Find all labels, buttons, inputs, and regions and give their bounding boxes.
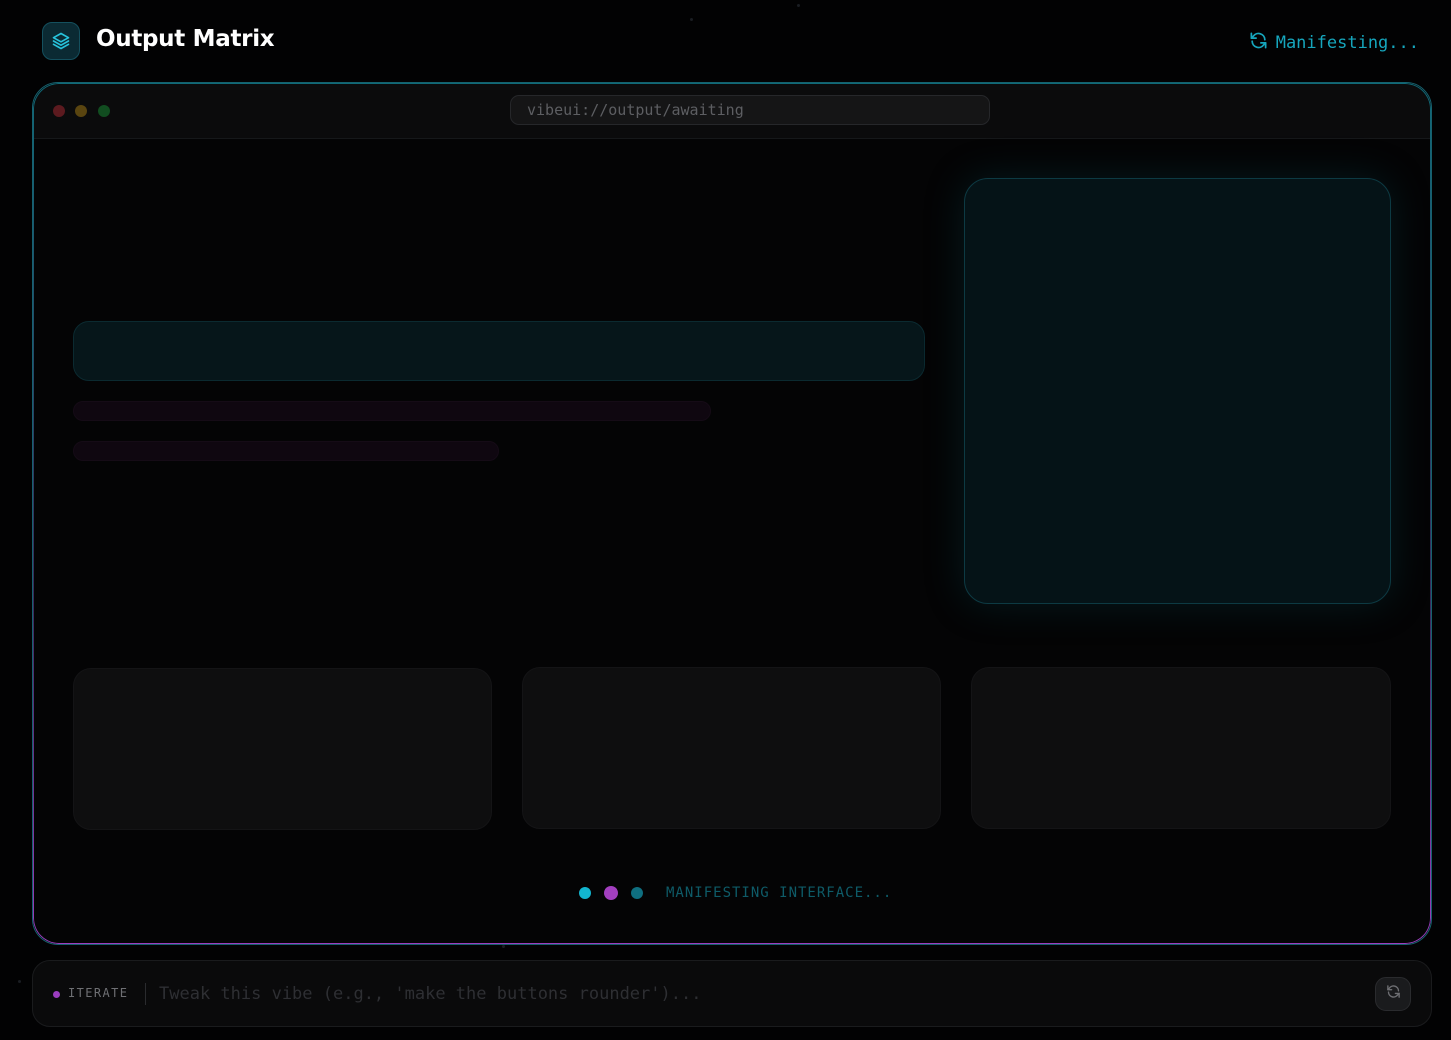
loading-indicator: MANIFESTING INTERFACE... bbox=[579, 885, 892, 901]
window-close-dot[interactable] bbox=[53, 105, 65, 117]
skeleton-card bbox=[971, 667, 1391, 829]
url-bar[interactable]: vibeui://output/awaiting bbox=[510, 95, 990, 125]
window-minimize-dot[interactable] bbox=[75, 105, 87, 117]
iterate-bar: ITERATE bbox=[32, 960, 1432, 1027]
loading-dot bbox=[579, 887, 591, 899]
regenerate-button[interactable] bbox=[1375, 977, 1411, 1011]
skeleton-headline bbox=[73, 321, 925, 381]
background-speck bbox=[18, 980, 21, 983]
status-indicator: Manifesting... bbox=[1249, 31, 1419, 55]
skeleton-text-line bbox=[73, 401, 711, 421]
skeleton-image-panel bbox=[964, 178, 1391, 604]
layers-logo-icon bbox=[42, 22, 80, 60]
iterate-status-dot bbox=[53, 991, 60, 998]
status-text: Manifesting... bbox=[1275, 33, 1419, 53]
browser-preview-window: vibeui://output/awaiting MANIFESTING INT… bbox=[32, 82, 1432, 945]
refresh-icon bbox=[1386, 984, 1401, 1004]
loading-dot bbox=[631, 887, 643, 899]
app-header: Output Matrix Manifesting... bbox=[0, 0, 1451, 82]
skeleton-card bbox=[522, 667, 941, 829]
background-speck bbox=[502, 945, 505, 948]
app-title: Output Matrix bbox=[96, 26, 275, 52]
skeleton-text-line bbox=[73, 441, 499, 461]
iterate-label: ITERATE bbox=[68, 986, 129, 1000]
window-maximize-dot[interactable] bbox=[98, 105, 110, 117]
browser-toolbar: vibeui://output/awaiting bbox=[33, 83, 1431, 139]
refresh-icon bbox=[1249, 31, 1268, 55]
loading-dot bbox=[604, 886, 618, 900]
divider bbox=[145, 983, 146, 1005]
skeleton-card bbox=[73, 668, 492, 830]
iterate-input[interactable] bbox=[159, 979, 1359, 1009]
loading-text: MANIFESTING INTERFACE... bbox=[666, 885, 893, 901]
